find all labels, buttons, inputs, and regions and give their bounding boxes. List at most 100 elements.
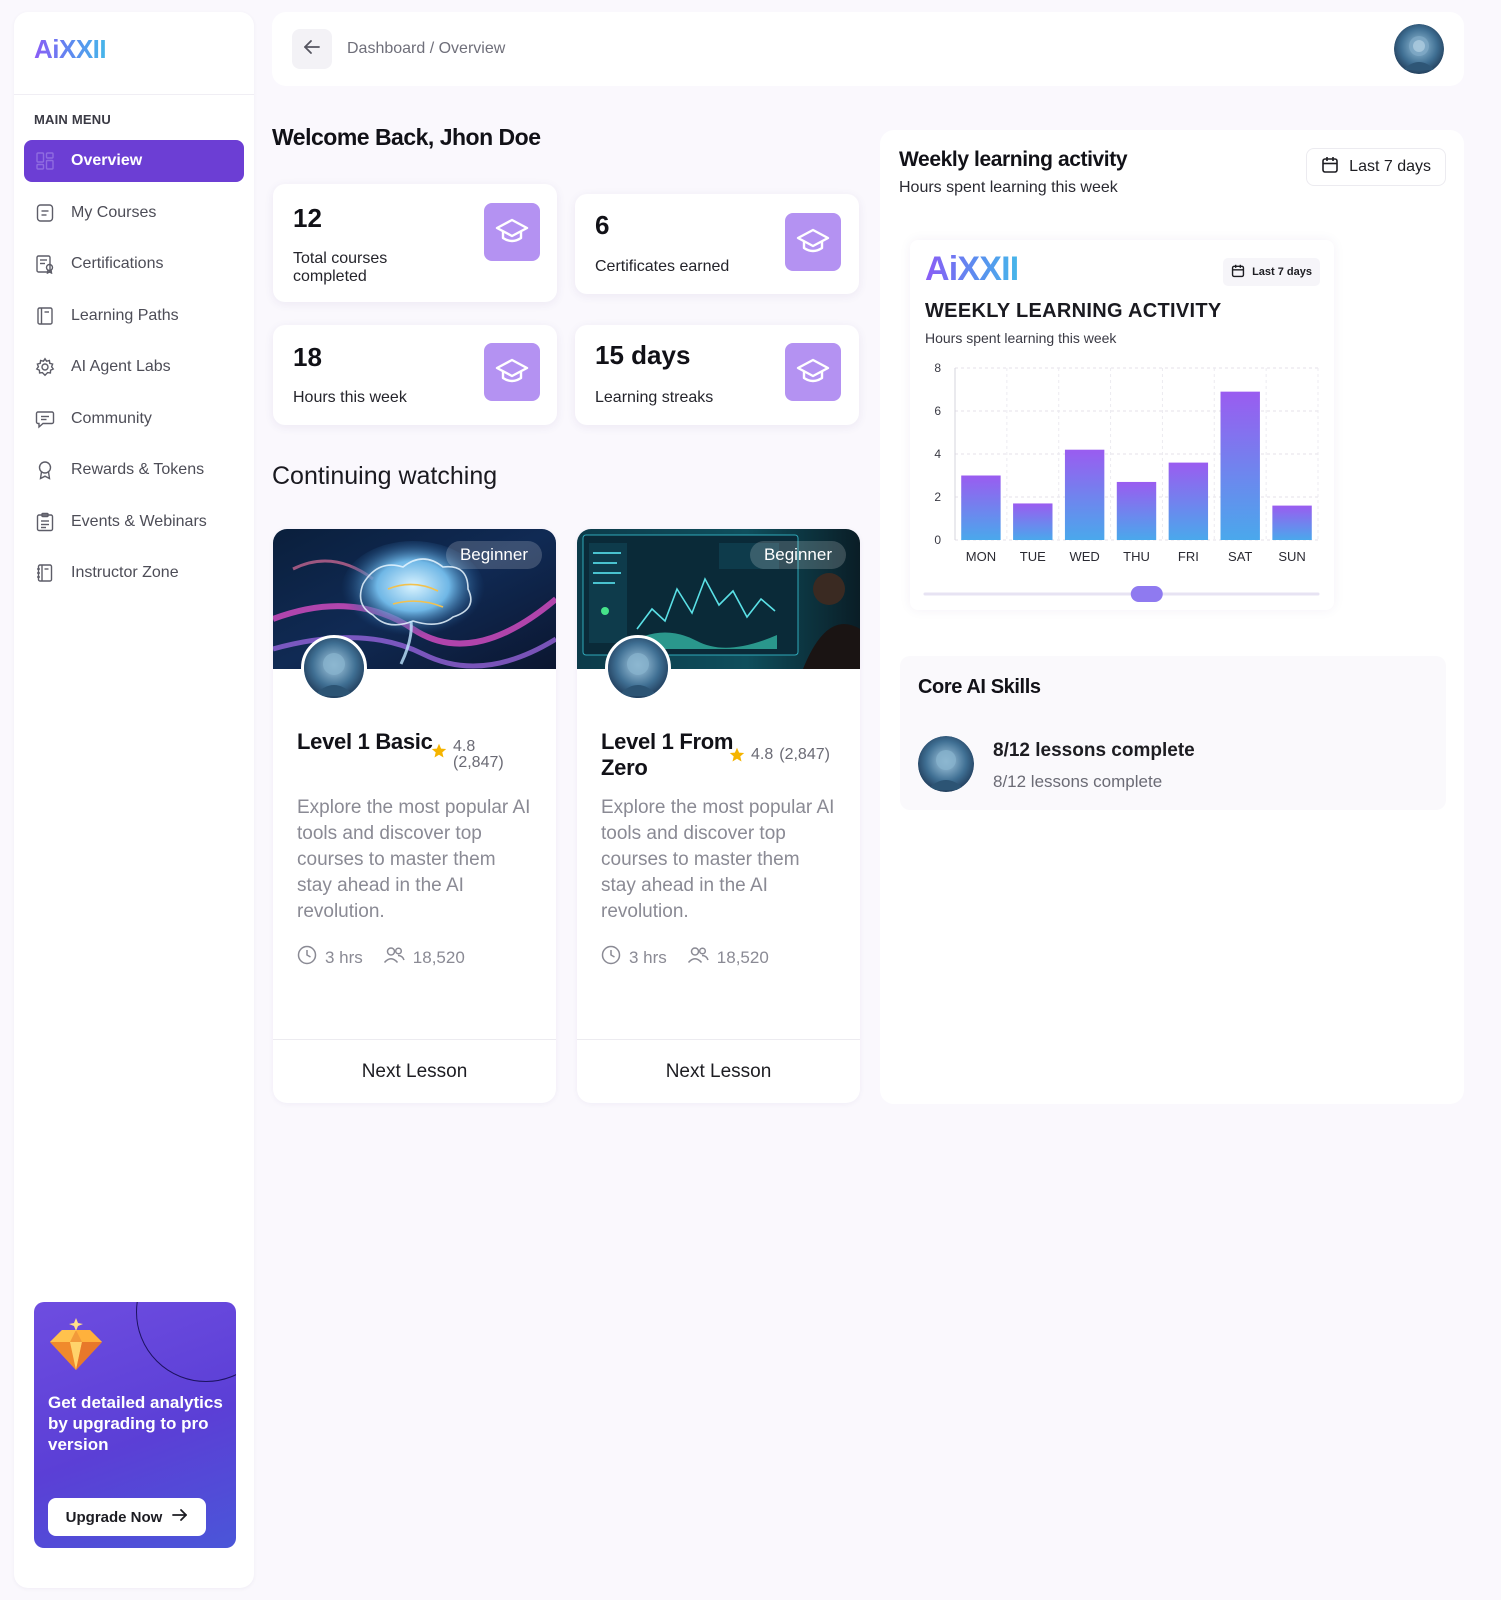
weekly-chart-card: AiXXII Last 7 days WEEKLY LEARNING ACTIV… bbox=[910, 240, 1334, 610]
document-icon bbox=[34, 202, 56, 224]
clock-icon bbox=[601, 945, 621, 970]
x-tick-label: MON bbox=[966, 549, 996, 564]
sidebar-item-label: My Courses bbox=[71, 203, 157, 221]
x-tick-label: TUE bbox=[1020, 549, 1046, 564]
sidebar-item-overview[interactable]: Overview bbox=[24, 140, 244, 182]
course-title: Level 1 From Zero bbox=[601, 729, 734, 780]
y-tick-label: 6 bbox=[934, 404, 941, 418]
skills-avatar bbox=[918, 736, 974, 792]
core-skills-card[interactable]: Core AI Skills 8/12 lessons complete 8/1… bbox=[900, 656, 1446, 810]
bar-sun[interactable] bbox=[1272, 505, 1312, 540]
upgrade-now-button[interactable]: Upgrade Now bbox=[48, 1498, 206, 1536]
bar-wed[interactable] bbox=[1064, 449, 1105, 540]
back-button[interactable] bbox=[292, 29, 332, 69]
x-tick-label: FRI bbox=[1178, 549, 1199, 564]
students: 18,520 bbox=[383, 946, 465, 969]
main-menu: Overview My Courses Certifications Learn… bbox=[24, 140, 244, 604]
welcome-heading: Welcome Back, Jhon Doe bbox=[272, 124, 541, 150]
duration: 3 hrs bbox=[601, 945, 667, 970]
chat-icon bbox=[34, 408, 56, 430]
level-badge: Beginner bbox=[445, 541, 542, 569]
course-card[interactable]: Beginner Level 1 Basic 4.8 (2,847) Explo… bbox=[273, 529, 556, 1103]
sidebar-item-ai-agent-labs[interactable]: AI Agent Labs bbox=[24, 346, 244, 388]
stat-label: Hours this week bbox=[293, 389, 407, 406]
bar-thu[interactable] bbox=[1116, 481, 1157, 540]
course-card[interactable]: Beginner Level 1 From Zero 4.8 (2,847) E… bbox=[577, 529, 860, 1103]
clipboard-icon bbox=[34, 511, 56, 533]
next-lesson-button[interactable]: Next Lesson bbox=[273, 1039, 556, 1103]
gear-icon bbox=[34, 356, 56, 378]
sidebar-item-events-webinars[interactable]: Events & Webinars bbox=[24, 501, 244, 543]
sidebar-item-my-courses[interactable]: My Courses bbox=[24, 192, 244, 234]
continuing-watching-title: Continuing watching bbox=[272, 462, 498, 490]
x-tick-label: SUN bbox=[1278, 549, 1305, 564]
bar-tue[interactable] bbox=[1013, 503, 1053, 540]
clock-icon bbox=[297, 945, 317, 970]
diamond-icon bbox=[48, 1318, 104, 1379]
users-icon bbox=[383, 946, 405, 969]
date-range-selector[interactable]: Last 7 days bbox=[1306, 148, 1446, 186]
sidebar-item-label: AI Agent Labs bbox=[71, 358, 171, 375]
notebook-icon bbox=[34, 562, 56, 584]
duration: 3 hrs bbox=[297, 945, 363, 970]
grid-icon bbox=[34, 150, 56, 172]
stat-card-courses: 12 Total courses completed bbox=[273, 184, 557, 302]
chart-scroll-thumb[interactable] bbox=[1130, 586, 1163, 602]
duration-value: 3 hrs bbox=[325, 947, 363, 967]
rating-text: 4.8 (2,847) bbox=[453, 739, 504, 771]
y-tick-label: 0 bbox=[934, 533, 941, 547]
sidebar-item-rewards-tokens[interactable]: Rewards & Tokens bbox=[24, 449, 244, 491]
sidebar-item-label: Instructor Zone bbox=[71, 564, 179, 581]
sidebar-item-community[interactable]: Community bbox=[24, 398, 244, 440]
course-meta: 3 hrs 18,520 bbox=[601, 945, 769, 970]
breadcrumb: Dashboard / Overview bbox=[347, 40, 506, 57]
award-icon bbox=[34, 459, 56, 481]
graduation-cap-icon bbox=[484, 343, 540, 401]
x-tick-label: SAT bbox=[1228, 549, 1252, 564]
activity-subtitle: Hours spent learning this week bbox=[899, 179, 1118, 196]
course-description: Explore the most popular AI tools and di… bbox=[297, 797, 531, 922]
duration-value: 3 hrs bbox=[629, 947, 667, 967]
x-tick-label: WED bbox=[1069, 549, 1099, 564]
rating-value: 4.8 bbox=[453, 738, 476, 755]
arrow-left-icon bbox=[303, 39, 321, 60]
course-description: Explore the most popular AI tools and di… bbox=[601, 797, 835, 922]
sidebar-item-certifications[interactable]: Certifications bbox=[24, 243, 244, 285]
stat-value: 15 days bbox=[595, 340, 691, 370]
skills-title: Core AI Skills bbox=[918, 676, 1041, 698]
next-lesson-button[interactable]: Next Lesson bbox=[577, 1039, 860, 1103]
graduation-cap-icon bbox=[785, 213, 841, 271]
y-tick-label: 4 bbox=[934, 447, 941, 461]
students-value: 18,520 bbox=[716, 947, 769, 967]
skills-progress-detail: 8/12 lessons complete bbox=[993, 772, 1163, 791]
bar-mon[interactable] bbox=[961, 475, 1001, 541]
y-tick-label: 8 bbox=[934, 361, 941, 375]
sidebar-divider bbox=[14, 94, 254, 95]
sidebar-item-label: Community bbox=[71, 409, 152, 427]
promo-text: Get detailed analytics by upgrading to p… bbox=[48, 1393, 223, 1454]
stat-label: Certificates earned bbox=[595, 258, 730, 275]
instructor-avatar bbox=[301, 635, 367, 701]
course-title: Level 1 Basic bbox=[297, 729, 433, 754]
arrow-right-icon bbox=[172, 1508, 188, 1526]
y-tick-label: 2 bbox=[934, 490, 941, 504]
sidebar: AiXXII MAIN MENU Overview My Courses Cer… bbox=[14, 12, 254, 1588]
star-icon bbox=[431, 743, 447, 763]
students-value: 18,520 bbox=[412, 947, 465, 967]
x-tick-label: THU bbox=[1123, 549, 1150, 564]
sidebar-item-learning-paths[interactable]: Learning Paths bbox=[24, 295, 244, 337]
level-badge: Beginner bbox=[749, 541, 846, 569]
sidebar-item-label: Events & Webinars bbox=[71, 512, 207, 530]
brand-logo[interactable]: AiXXII bbox=[34, 34, 107, 65]
bar-fri[interactable] bbox=[1168, 462, 1209, 540]
menu-title: MAIN MENU bbox=[34, 112, 111, 127]
sidebar-item-label: Rewards & Tokens bbox=[71, 461, 205, 478]
stat-card-hours: 18 Hours this week bbox=[273, 325, 557, 425]
user-avatar[interactable] bbox=[1394, 24, 1444, 74]
activity-title: Weekly learning activity bbox=[899, 148, 1128, 171]
activity-panel: Weekly learning activity Hours spent lea… bbox=[880, 130, 1464, 1104]
sidebar-item-instructor-zone[interactable]: Instructor Zone bbox=[24, 552, 244, 594]
bar-sat[interactable] bbox=[1220, 391, 1260, 540]
rating-count: (2,847) bbox=[779, 746, 830, 763]
star-icon bbox=[729, 747, 745, 767]
